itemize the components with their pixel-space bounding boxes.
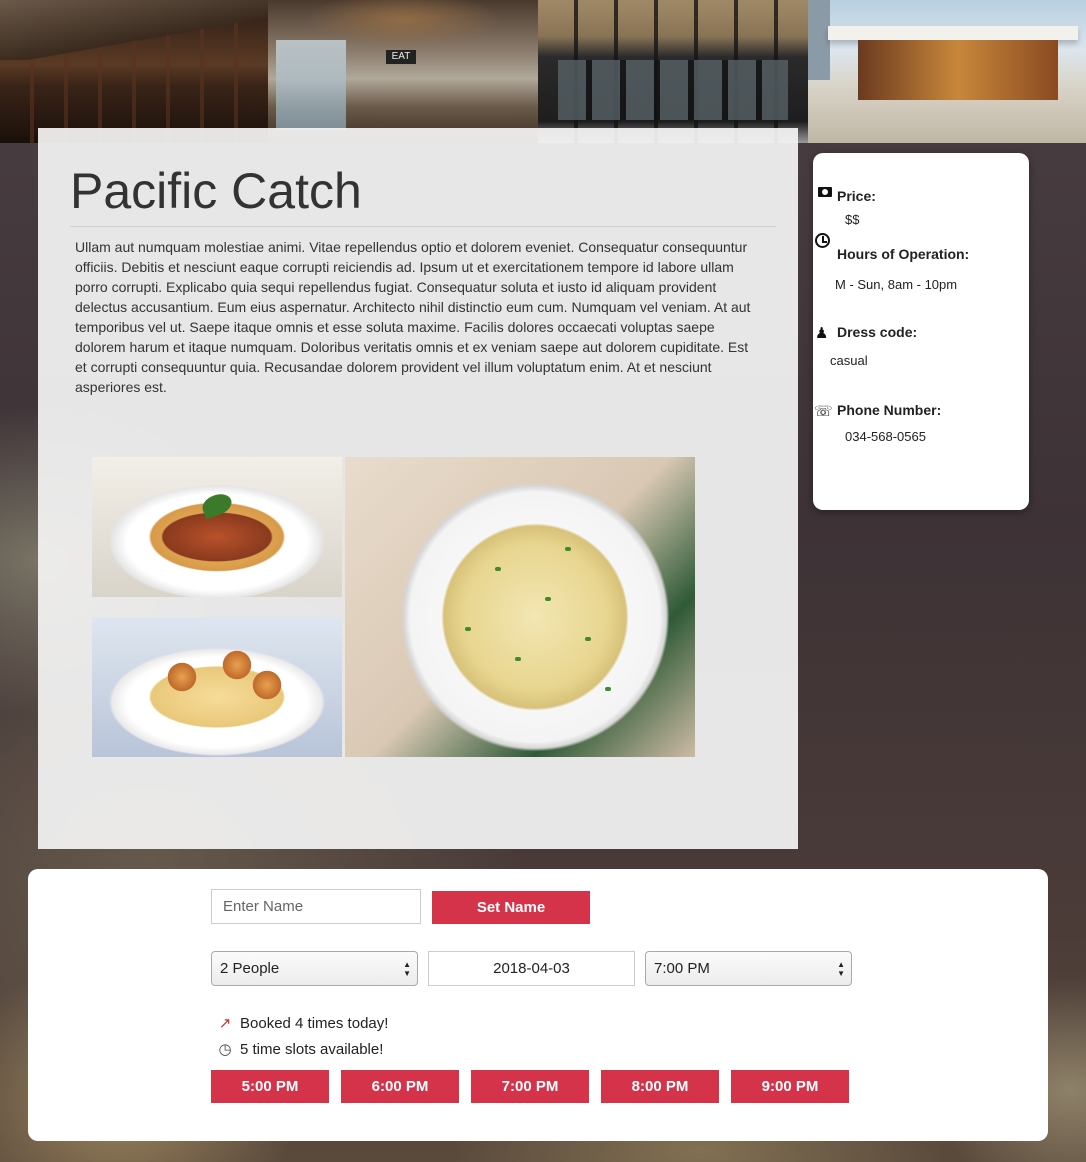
clock-icon xyxy=(815,233,830,248)
header-photo-strip: EAT xyxy=(0,0,1086,143)
restaurant-detail-panel: Pacific Catch Ullam aut numquam molestia… xyxy=(38,128,798,849)
time-select[interactable]: 7:00 PM ▲ ▼ xyxy=(645,951,852,986)
time-slot-button[interactable]: 7:00 PM xyxy=(471,1070,589,1103)
name-input[interactable] xyxy=(211,889,421,924)
time-slot-button[interactable]: 6:00 PM xyxy=(341,1070,459,1103)
set-name-button[interactable]: Set Name xyxy=(432,891,590,924)
time-slot-button[interactable]: 9:00 PM xyxy=(731,1070,849,1103)
reservation-panel: Set Name 2 People ▲▼ 2018-04-03 7:00 PM … xyxy=(28,869,1048,1141)
phone-label: Phone Number: xyxy=(837,402,942,418)
restaurant-storefront-photo xyxy=(538,0,808,143)
telephone-icon: ☏ xyxy=(814,403,833,420)
select-arrows-icon: ▲ ▼ xyxy=(403,960,411,978)
slots-text: 5 time slots available! xyxy=(240,1041,384,1058)
restaurant-interior-photo-2: EAT xyxy=(268,0,538,143)
select-arrows-icon: ▲ ▼ xyxy=(837,960,845,978)
booked-text: Booked 4 times today! xyxy=(240,1015,389,1032)
spaghetti-bolognese-photo xyxy=(92,457,342,597)
restaurant-description: Ullam aut numquam molestiae animi. Vitae… xyxy=(75,239,751,395)
scallop-pasta-photo xyxy=(92,617,342,757)
booked-count: ↗ Booked 4 times today! xyxy=(216,1014,389,1032)
restaurant-name: Pacific Catch xyxy=(70,163,362,219)
available-slots-count: ◷ 5 time slots available! xyxy=(216,1040,383,1058)
restaurant-info-card: Price: $$ Hours of Operation: M - Sun, 8… xyxy=(813,153,1029,510)
price-value: $$ xyxy=(845,212,860,227)
party-size-value: 2 People xyxy=(220,960,280,977)
party-size-select[interactable]: 2 People ▲ ▼ xyxy=(211,951,418,986)
chart-increasing-icon: ↗ xyxy=(218,1015,232,1032)
money-icon xyxy=(818,187,832,197)
restaurant-interior-photo-1 xyxy=(0,0,268,143)
clock-emoji-icon: ◷ xyxy=(218,1041,232,1058)
time-slot-button[interactable]: 5:00 PM xyxy=(211,1070,329,1103)
eat-sign: EAT xyxy=(386,50,416,64)
restaurant-exterior-photo xyxy=(808,0,1086,143)
phone-value: 034-568-0565 xyxy=(845,429,926,444)
dress-icon: ♟ xyxy=(815,325,829,342)
date-input[interactable]: 2018-04-03 xyxy=(428,951,635,986)
fettuccine-photo xyxy=(345,457,695,757)
dress-code-value: casual xyxy=(830,353,868,368)
time-slot-button[interactable]: 8:00 PM xyxy=(601,1070,719,1103)
hours-value: M - Sun, 8am - 10pm xyxy=(835,277,958,292)
title-divider xyxy=(70,226,776,227)
price-label: Price: xyxy=(837,188,876,204)
dress-code-label: Dress code: xyxy=(837,324,918,340)
time-value: 7:00 PM xyxy=(654,960,710,977)
hours-label: Hours of Operation: xyxy=(837,246,970,262)
